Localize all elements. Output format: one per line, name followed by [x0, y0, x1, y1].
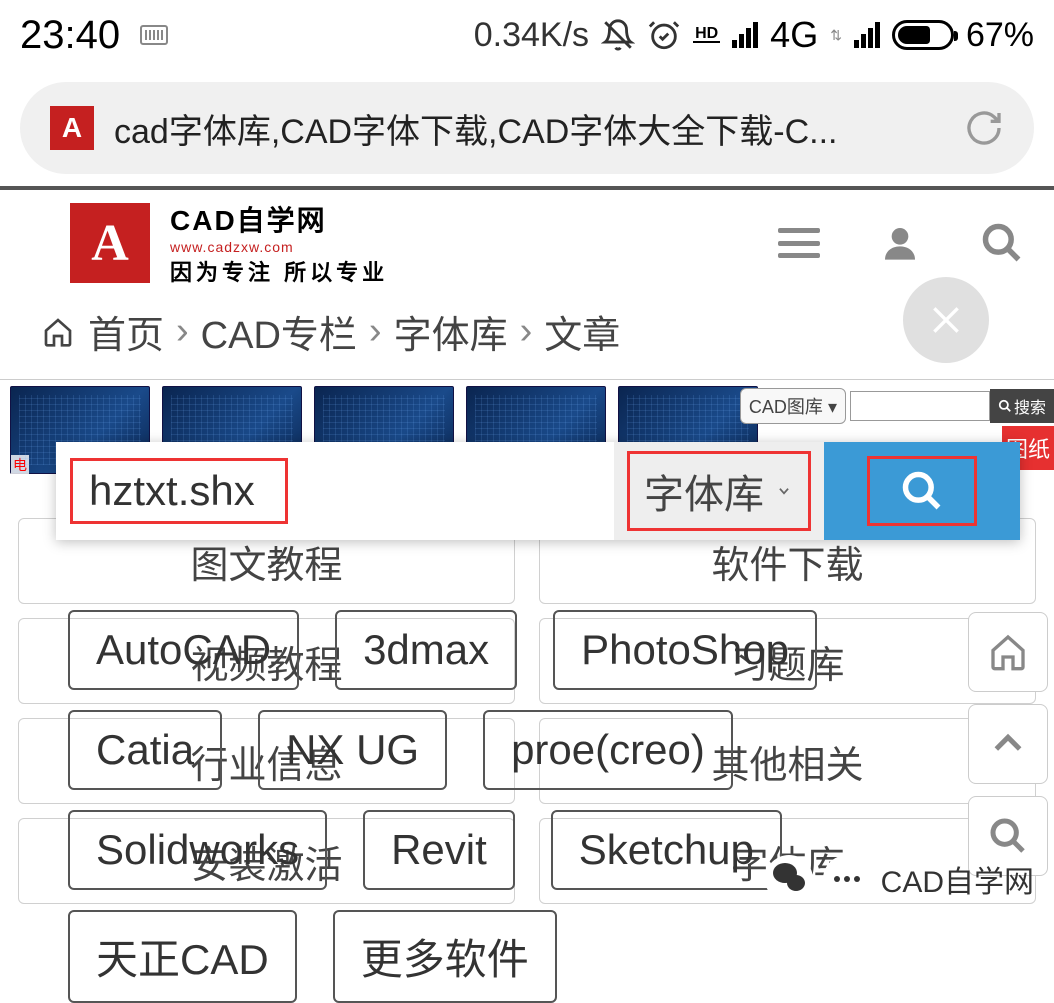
data-arrows-icon: ⇅	[830, 27, 842, 44]
status-bar: 23:40 0.34K/s HD 4G ⇅ 67%	[0, 0, 1054, 70]
search-input[interactable]	[89, 467, 269, 515]
search-icon	[900, 469, 944, 513]
battery-icon	[892, 20, 954, 50]
search-select-label: 字体库	[644, 462, 764, 520]
category-select[interactable]: CAD图库 ▾	[740, 388, 846, 424]
chevron-down-icon	[774, 484, 794, 498]
search-overlay-panel: 字体库	[56, 442, 1020, 540]
signal-icon-2	[854, 22, 880, 48]
page-title-text: cad字体库,CAD字体下载,CAD字体大全下载-C...	[114, 104, 944, 153]
alarm-icon	[647, 18, 681, 52]
status-time: 23:40	[20, 13, 120, 58]
overlay-close-button[interactable]	[900, 274, 992, 366]
tag-catia[interactable]: Catia	[68, 710, 222, 790]
bell-off-icon	[601, 18, 635, 52]
thumb-label: 电	[11, 455, 29, 475]
mini-search-button[interactable]: 搜索	[990, 389, 1054, 423]
keyboard-icon	[140, 25, 168, 45]
tag-sketchup[interactable]: Sketchup	[551, 810, 782, 890]
wechat-icon	[765, 855, 813, 903]
search-input-highlight	[70, 458, 288, 524]
tag-revit[interactable]: Revit	[363, 810, 515, 890]
header-search-icon[interactable]	[980, 221, 1024, 265]
favicon-icon: A	[50, 106, 94, 150]
network-speed: 0.34K/s	[474, 16, 589, 55]
tag-photoshop[interactable]: PhotoShop	[553, 610, 817, 690]
tag-3dmax[interactable]: 3dmax	[335, 610, 517, 690]
mini-search-input[interactable]	[850, 391, 990, 421]
network-type: 4G	[770, 14, 818, 56]
tag-proe[interactable]: proe(creo)	[483, 710, 733, 790]
tag-autocad[interactable]: AutoCAD	[68, 610, 299, 690]
tag-solidworks[interactable]: Solidworks	[68, 810, 327, 890]
site-domain: www.cadzxw.com	[170, 239, 388, 255]
more-icon	[823, 855, 871, 903]
site-slogan: 因为专注 所以专业	[170, 255, 388, 287]
search-submit-button[interactable]	[824, 442, 1020, 540]
breadcrumb-item[interactable]: 文章	[544, 304, 620, 359]
tag-nxug[interactable]: NX UG	[258, 710, 447, 790]
site-logo-text: CAD自学网 www.cadzxw.com 因为专注 所以专业	[170, 199, 388, 287]
battery-percent: 67%	[966, 16, 1034, 55]
chevron-right-icon: ›	[520, 310, 533, 353]
chevron-right-icon: ›	[176, 310, 189, 353]
wechat-label: CAD自学网	[881, 857, 1034, 901]
tag-tianzheng[interactable]: 天正CAD	[68, 910, 297, 1003]
breadcrumb-item[interactable]: 字体库	[394, 304, 508, 359]
breadcrumb-home[interactable]: 首页	[88, 304, 164, 359]
breadcrumb: 首页 › CAD专栏 › 字体库 › 文章	[0, 296, 1054, 379]
breadcrumb-item[interactable]: CAD专栏	[201, 304, 357, 359]
reload-icon[interactable]	[964, 108, 1004, 148]
site-name: CAD自学网	[170, 199, 388, 239]
hd-indicator: HD	[693, 27, 720, 43]
user-icon[interactable]	[880, 223, 920, 263]
site-header: A CAD自学网 www.cadzxw.com 因为专注 所以专业	[0, 186, 1054, 296]
home-icon[interactable]	[40, 316, 76, 348]
signal-icon	[732, 22, 758, 48]
software-tags: AutoCAD 3dmax PhotoShop Catia NX UG proe…	[68, 610, 986, 1003]
menu-icon[interactable]	[778, 228, 820, 258]
chevron-right-icon: ›	[369, 310, 382, 353]
browser-url-bar[interactable]: A cad字体库,CAD字体下载,CAD字体大全下载-C...	[20, 82, 1034, 174]
search-category-select[interactable]: 字体库	[614, 442, 824, 540]
site-logo-icon[interactable]: A	[70, 203, 150, 283]
tag-more[interactable]: 更多软件	[333, 910, 557, 1003]
wechat-float[interactable]: CAD自学网	[765, 855, 1034, 903]
